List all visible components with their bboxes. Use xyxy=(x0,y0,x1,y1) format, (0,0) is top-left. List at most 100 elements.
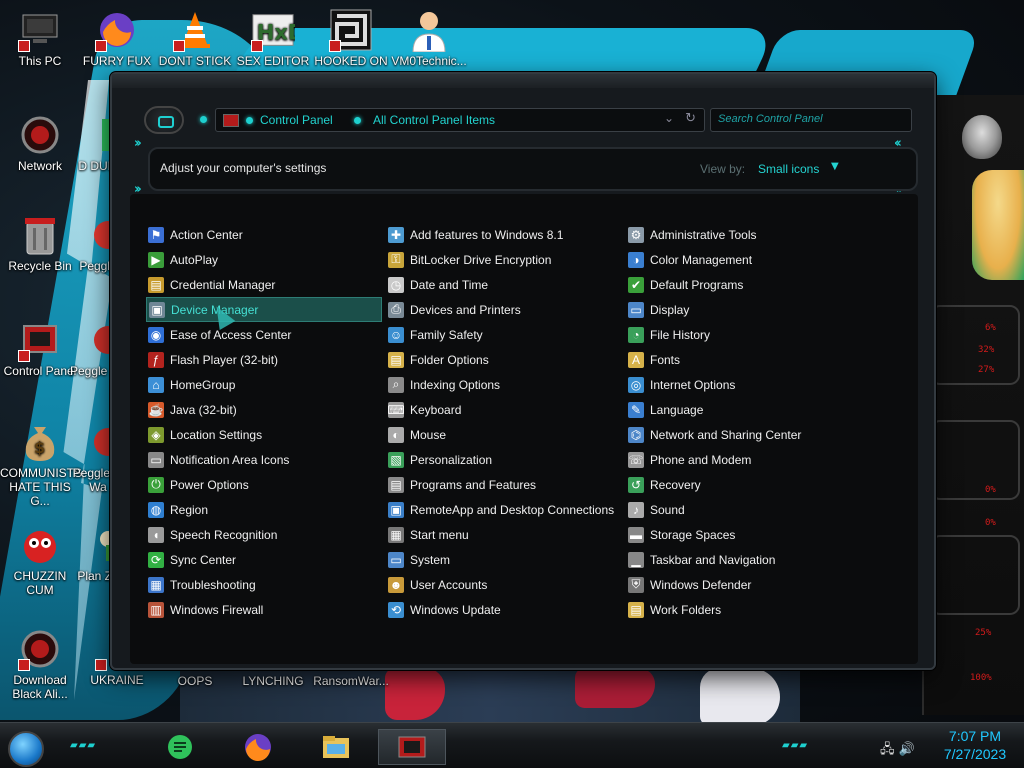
cp-item-indexing-options[interactable]: ⌕ Indexing Options xyxy=(386,372,622,397)
cp-item-label: Language xyxy=(650,402,704,417)
taskbar-green-app[interactable] xyxy=(160,729,200,765)
cp-item-location-settings[interactable]: ◈ Location Settings xyxy=(146,422,382,447)
cp-item-windows-firewall[interactable]: ▥ Windows Firewall xyxy=(146,597,382,622)
cp-item-credential-manager[interactable]: ▤ Credential Manager xyxy=(146,272,382,297)
desktop-icon-furry-fux[interactable]: FURRY FUX xyxy=(77,8,157,69)
cp-item-user-accounts[interactable]: ☻ User Accounts xyxy=(386,572,622,597)
cp-item-bitlocker-drive-encryption[interactable]: ⚿ BitLocker Drive Encryption xyxy=(386,247,622,272)
items-column-3: ⚙ Administrative Tools ◑ Color Management ✔ D… xyxy=(626,222,862,622)
cp-item-language[interactable]: ✎ Language xyxy=(626,397,862,422)
cp-item-network-and-sharing-center[interactable]: ⌬ Network and Sharing Center xyxy=(626,422,862,447)
cp-item-label: Ease of Access Center xyxy=(170,327,292,342)
cp-item-storage-spaces[interactable]: ▬ Storage Spaces xyxy=(626,522,862,547)
alien-head-icon[interactable] xyxy=(962,115,1002,159)
desktop-icon-dont-stick[interactable]: DONT STICK xyxy=(155,8,235,69)
desktop-icon-label: LYNCHING xyxy=(242,674,304,688)
search-input[interactable]: Search Control Panel xyxy=(710,108,912,132)
cp-item-label: Personalization xyxy=(410,452,493,467)
cp-item-programs-and-features[interactable]: ▤ Programs and Features xyxy=(386,472,622,497)
breadcrumb-control-panel[interactable]: Control Panel xyxy=(260,113,333,127)
start-button[interactable] xyxy=(8,731,44,767)
nav-indicator-dot xyxy=(200,116,207,123)
desktop-icon-lynching[interactable]: LYNCHING xyxy=(233,674,313,689)
taskbar-file-explorer[interactable] xyxy=(316,729,356,765)
cp-item-default-programs[interactable]: ✔ Default Programs xyxy=(626,272,862,297)
file-history-icon: ◔ xyxy=(628,326,644,343)
cp-item-file-history[interactable]: ◔ File History xyxy=(626,322,862,347)
firewall-icon: ▥ xyxy=(148,601,164,618)
address-bar[interactable]: Control Panel All Control Panel Items ⌄ … xyxy=(215,108,705,132)
cp-item-device-manager[interactable]: ▣ Device Manager xyxy=(146,297,382,322)
cp-item-sync-center[interactable]: ⟳ Sync Center xyxy=(146,547,382,572)
cp-item-label: Speech Recognition xyxy=(170,527,278,542)
cp-item-remoteapp-and-desktop-connections[interactable]: ▣ RemoteApp and Desktop Connections xyxy=(386,497,622,522)
control-panel-icon xyxy=(398,736,426,758)
cp-item-label: Credential Manager xyxy=(170,277,276,292)
volume-icon[interactable]: 🔊 xyxy=(899,742,915,757)
cp-item-action-center[interactable]: ⚑ Action Center xyxy=(146,222,382,247)
cp-item-system[interactable]: ▭ System xyxy=(386,547,622,572)
breadcrumb-all-items[interactable]: All Control Panel Items xyxy=(373,113,495,127)
cp-item-color-management[interactable]: ◑ Color Management xyxy=(626,247,862,272)
cp-item-start-menu[interactable]: ▦ Start menu xyxy=(386,522,622,547)
chevron-down-icon[interactable]: ▼ xyxy=(831,161,839,172)
refresh-icon[interactable]: ↻ xyxy=(685,111,696,126)
cp-item-windows-defender[interactable]: ⛨ Windows Defender xyxy=(626,572,862,597)
back-forward-button[interactable] xyxy=(144,106,184,134)
desktop-icon-this-pc[interactable]: This PC xyxy=(0,8,80,69)
cp-item-family-safety[interactable]: ☺ Family Safety xyxy=(386,322,622,347)
cp-item-power-options[interactable]: ⏻ Power Options xyxy=(146,472,382,497)
desktop-icon-label: UKRAINE xyxy=(90,673,144,687)
cp-item-devices-and-printers[interactable]: ⎙ Devices and Printers xyxy=(386,297,622,322)
cp-item-homegroup[interactable]: ⌂ HomeGroup xyxy=(146,372,382,397)
desktop-icon-ransomware[interactable]: RansomWar... xyxy=(311,674,391,689)
cp-item-fonts[interactable]: A Fonts xyxy=(626,347,862,372)
taskbar-control-panel[interactable] xyxy=(378,729,446,765)
desktop-icon-sex-editor[interactable]: HxD SEX EDITOR xyxy=(233,8,313,69)
cp-item-administrative-tools[interactable]: ⚙ Administrative Tools xyxy=(626,222,862,247)
cp-item-keyboard[interactable]: ⌨ Keyboard xyxy=(386,397,622,422)
cp-item-troubleshooting[interactable]: ▦ Troubleshooting xyxy=(146,572,382,597)
cp-item-add-features-to-windows-8-1[interactable]: ✚ Add features to Windows 8.1 xyxy=(386,222,622,247)
cp-item-date-and-time[interactable]: ◷ Date and Time xyxy=(386,272,622,297)
cp-item-taskbar-and-navigation[interactable]: ▁ Taskbar and Navigation xyxy=(626,547,862,572)
cp-item-phone-and-modem[interactable]: ☏ Phone and Modem xyxy=(626,447,862,472)
cp-item-personalization[interactable]: ▧ Personalization xyxy=(386,447,622,472)
desktop-icon-vm0technic[interactable]: VM0Technic... xyxy=(389,8,469,69)
view-by-dropdown[interactable]: Small icons xyxy=(758,162,819,176)
clock[interactable]: 7:07 PM 7/27/2023 xyxy=(930,727,1020,763)
cp-item-windows-update[interactable]: ⟲ Windows Update xyxy=(386,597,622,622)
cp-item-internet-options[interactable]: ◎ Internet Options xyxy=(626,372,862,397)
cp-item-label: Indexing Options xyxy=(410,377,501,392)
desktop-icon-oops[interactable]: OOPS xyxy=(155,674,235,689)
cp-item-recovery[interactable]: ↺ Recovery xyxy=(626,472,862,497)
default-programs-icon: ✔ xyxy=(628,276,644,293)
desktop-icon-hooked-on[interactable]: HOOKED ON xyxy=(311,8,391,69)
gadget-stat: 0% xyxy=(985,518,996,528)
desktop-icon-download-black-alien[interactable]: Download Black Ali... xyxy=(0,627,80,702)
cp-item-mouse[interactable]: ◐ Mouse xyxy=(386,422,622,447)
cp-item-display[interactable]: ▭ Display xyxy=(626,297,862,322)
cp-item-autoplay[interactable]: ▶ AutoPlay xyxy=(146,247,382,272)
cp-item-ease-of-access-center[interactable]: ◉ Ease of Access Center xyxy=(146,322,382,347)
network-tray-icon[interactable]: 🖧 xyxy=(880,742,895,757)
cp-item-java-32-bit[interactable]: ☕ Java (32-bit) xyxy=(146,397,382,422)
control-panel-window[interactable]: Control Panel All Control Panel Items ⌄ … xyxy=(110,72,936,670)
cp-item-work-folders[interactable]: ▤ Work Folders xyxy=(626,597,862,622)
recovery-icon: ↺ xyxy=(628,476,644,493)
cp-item-speech-recognition[interactable]: ◖ Speech Recognition xyxy=(146,522,382,547)
desktop-icon-label: FURRY FUX xyxy=(82,54,152,68)
window-top-frame[interactable] xyxy=(112,74,934,88)
remoteapp-icon: ▣ xyxy=(388,501,404,518)
cp-item-region[interactable]: ◍ Region xyxy=(146,497,382,522)
cp-item-sound[interactable]: ♪ Sound xyxy=(626,497,862,522)
cp-item-folder-options[interactable]: ▤ Folder Options xyxy=(386,347,622,372)
money-bag-icon: $ xyxy=(18,420,62,464)
view-by-label: View by: xyxy=(700,162,746,176)
control-panel-icon xyxy=(18,318,62,362)
cp-item-notification-area-icons[interactable]: ▭ Notification Area Icons xyxy=(146,447,382,472)
chevron-down-icon[interactable]: ⌄ xyxy=(664,111,674,125)
desktop-icon-label: This PC xyxy=(18,54,62,68)
taskbar-firefox[interactable] xyxy=(238,729,278,765)
cp-item-flash-player-32-bit[interactable]: ƒ Flash Player (32-bit) xyxy=(146,347,382,372)
